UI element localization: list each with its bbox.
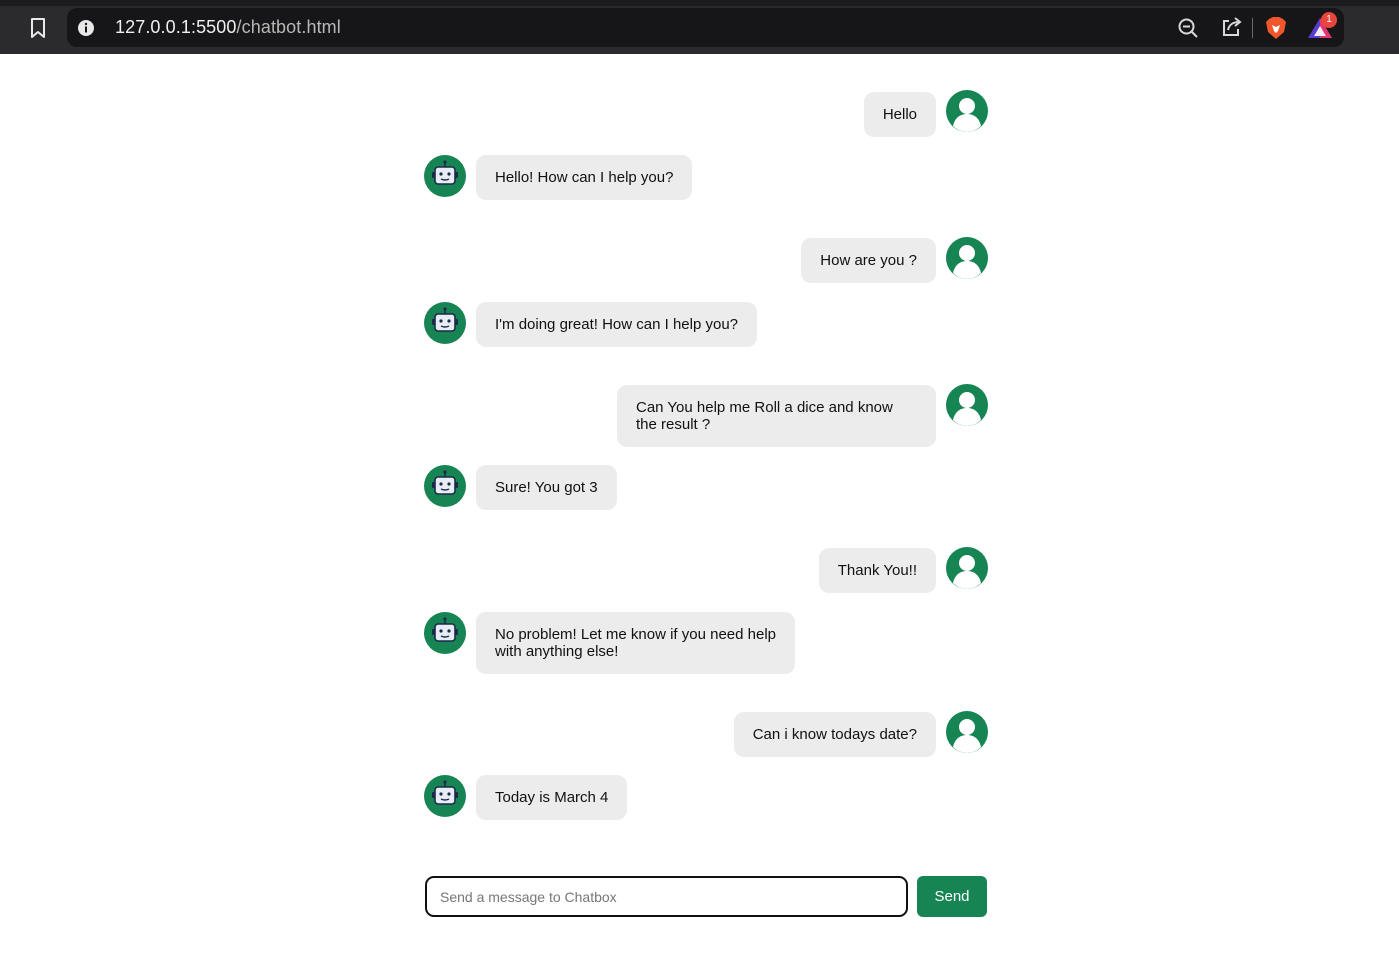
bot-message-bubble: Today is March 4 [476,775,628,820]
user-avatar-icon [946,547,988,589]
message-composer: Send [425,876,988,917]
bot-message-bubble: Sure! You got 3 [476,465,617,510]
zoom-icon[interactable] [1177,17,1199,39]
user-avatar-icon [946,90,988,132]
user-avatar-icon [946,711,988,753]
brave-shields-icon[interactable] [1265,16,1287,40]
site-info-icon[interactable] [77,19,95,37]
bot-message-bubble: Hello! How can I help you? [476,155,693,200]
toolbar-divider [1252,18,1253,38]
browser-toolbar: 127.0.0.1:5500/chatbot.html 1 [0,0,1399,54]
bot-avatar-icon [424,465,466,507]
bot-avatar-icon [424,155,466,197]
url-text[interactable]: 127.0.0.1:5500/chatbot.html [115,17,341,38]
user-message-bubble: Hello [863,92,936,137]
user-message-bubble: How are you ? [801,238,936,283]
message-input[interactable] [425,876,908,917]
bot-message-bubble: No problem! Let me know if you need help… [476,612,795,674]
tab-strip-edge [0,0,1399,6]
send-button[interactable]: Send [917,876,987,917]
address-bar[interactable]: 127.0.0.1:5500/chatbot.html 1 [67,8,1344,47]
bot-avatar-icon [424,775,466,817]
bookmark-icon[interactable] [28,16,48,40]
user-message-bubble: Can i know todays date? [733,712,936,757]
url-host: 127.0.0.1:5500 [115,17,237,37]
url-path: /chatbot.html [236,17,341,37]
rewards-badge: 1 [1321,12,1337,28]
user-avatar-icon [946,384,988,426]
user-message-bubble: Thank You!! [818,548,936,593]
user-message-bubble: Can You help me Roll a dice and know the… [617,385,936,447]
bot-message-bubble: I'm doing great! How can I help you? [476,302,758,347]
user-avatar-icon [946,237,988,279]
bot-avatar-icon [424,302,466,344]
share-icon[interactable] [1220,16,1242,38]
bot-avatar-icon [424,612,466,654]
